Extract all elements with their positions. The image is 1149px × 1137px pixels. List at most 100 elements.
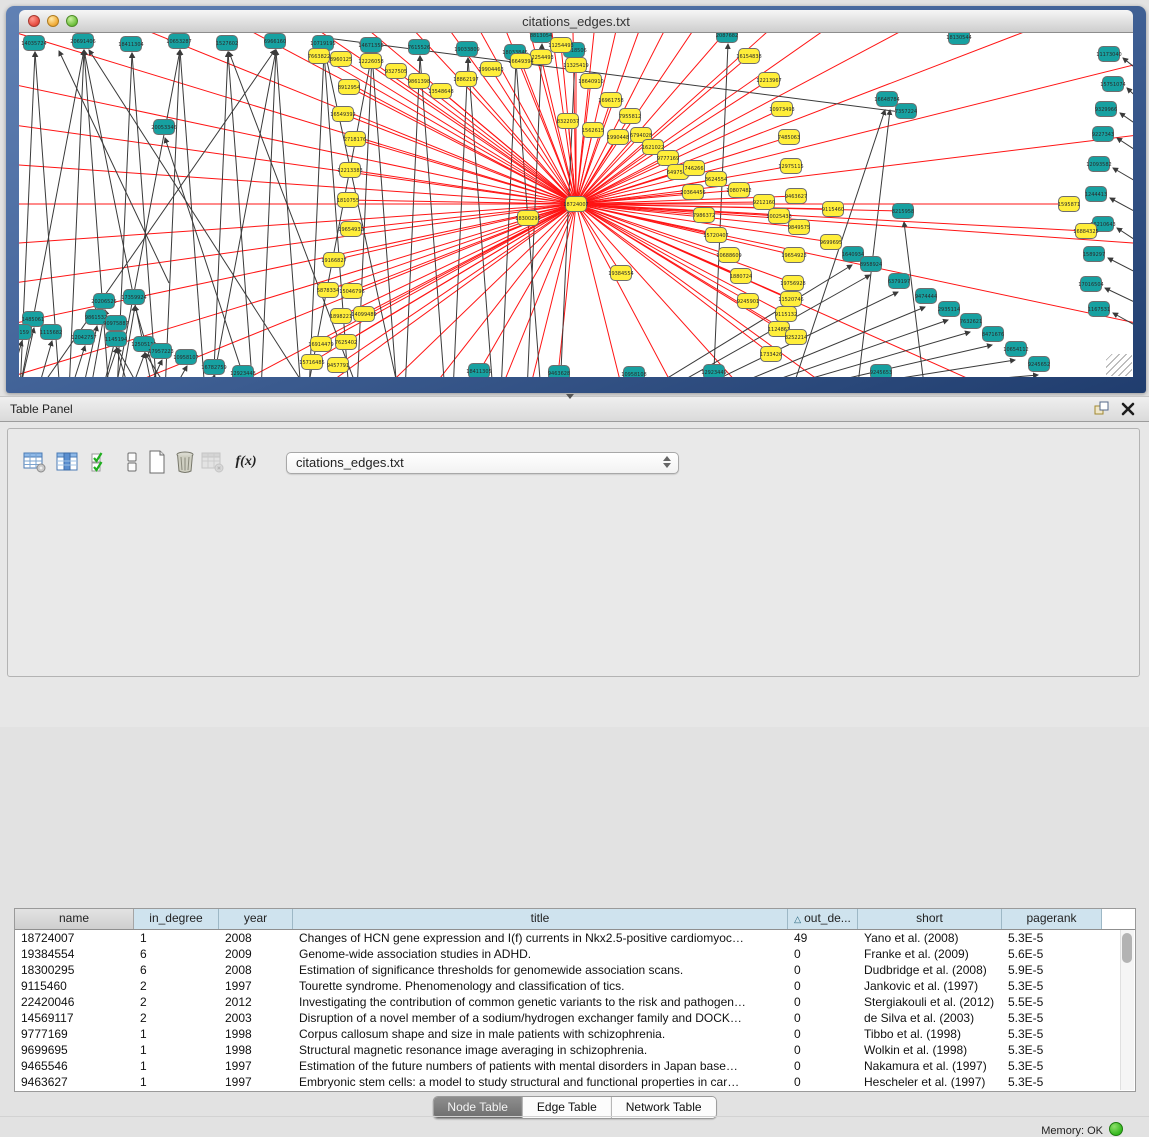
graph-node[interactable]: 12213383 (337, 163, 362, 178)
vertical-scrollbar[interactable] (1120, 930, 1134, 1090)
graph-node[interactable]: 20206526 (91, 294, 116, 309)
graph-node[interactable]: 13548648 (428, 84, 453, 99)
column-header-year[interactable]: year (219, 909, 293, 929)
graph-node[interactable]: 1589297 (1083, 247, 1105, 262)
graph-node[interactable]: 7357224 (895, 104, 917, 119)
graph-node[interactable]: 90975887 (103, 316, 128, 331)
table-row[interactable]: 1872400712008Changes of HCN gene express… (15, 930, 1135, 946)
graph-node[interactable]: 1595871 (1058, 197, 1080, 212)
graph-node[interactable]: 8958924 (860, 257, 882, 272)
graph-node[interactable]: 12975115 (778, 159, 803, 174)
graph-node[interactable]: 18411304 (118, 37, 143, 52)
graph-node[interactable]: 9777169 (657, 151, 679, 166)
select-rows-icon[interactable] (88, 449, 114, 475)
graph-node[interactable]: 39159 (19, 325, 32, 340)
graph-node[interactable]: 19654923 (781, 248, 806, 263)
graph-node[interactable]: 9474444 (915, 289, 937, 304)
network-canvas[interactable]: 1403572420691406184113041065328715276026… (19, 33, 1133, 377)
graph-node[interactable]: 7632621 (960, 314, 982, 329)
column-header-pagerank[interactable]: pagerank (1002, 909, 1102, 929)
graph-node[interactable]: 1562615 (582, 123, 604, 138)
graph-node[interactable]: 11173040 (1096, 47, 1121, 62)
graph-node[interactable]: 7986372 (693, 208, 715, 223)
graph-node[interactable]: 9115460 (822, 202, 844, 217)
graph-node[interactable]: 12923449 (701, 365, 726, 378)
graph-node[interactable]: 9329966 (1095, 102, 1117, 117)
graph-node[interactable]: 19384554 (608, 266, 633, 281)
graph-node[interactable]: 9245653 (870, 365, 892, 378)
graph-node[interactable]: 10807482 (726, 183, 751, 198)
graph-node[interactable]: 15720407 (703, 228, 728, 243)
graph-node[interactable]: 18130544 (946, 33, 971, 45)
graph-node[interactable]: 18300295 (515, 211, 540, 226)
close-panel-icon[interactable] (1121, 402, 1135, 421)
import-table-icon[interactable] (200, 449, 226, 475)
graph-node[interactable]: 6379197 (888, 274, 910, 289)
graph-node[interactable]: 18724007 (563, 197, 588, 212)
graph-node[interactable]: 10973493 (769, 102, 794, 117)
delete-table-icon[interactable] (172, 449, 198, 475)
graph-node[interactable]: 16648784 (874, 92, 899, 107)
graph-node[interactable]: 16649394 (508, 54, 533, 69)
column-header-out-de-[interactable]: △out_de... (788, 909, 858, 929)
graph-node[interactable]: 11520746 (778, 292, 803, 307)
graph-node[interactable]: 9861398 (408, 74, 430, 89)
column-header-short[interactable]: short (858, 909, 1002, 929)
graph-node[interactable]: 746266 (684, 161, 705, 176)
graph-node[interactable]: 9227343 (1092, 127, 1114, 142)
graph-node[interactable]: 18862197 (453, 72, 478, 87)
graph-node[interactable]: 7955812 (619, 109, 641, 124)
graph-node[interactable]: 9212160 (753, 195, 775, 210)
graph-node[interactable]: 1115682 (40, 325, 62, 340)
graph-node[interactable]: 18411305 (466, 364, 491, 378)
column-header-name[interactable]: name (15, 909, 134, 929)
graph-node[interactable]: 9849575 (788, 220, 810, 235)
graph-node[interactable]: 8912954 (338, 80, 360, 95)
graph-node[interactable]: 7663822 (308, 49, 330, 64)
graph-node[interactable]: 1880724 (730, 269, 752, 284)
graph-node[interactable]: 8471676 (982, 327, 1004, 342)
network-window-titlebar[interactable]: citations_edges.txt (19, 10, 1133, 33)
graph-node[interactable]: 10958108 (621, 367, 646, 378)
graph-node[interactable]: 1810755 (337, 193, 359, 208)
graph-node[interactable]: 9699695 (820, 235, 842, 250)
graph-node[interactable]: 12042757 (71, 330, 96, 345)
graph-node[interactable]: 2935114 (938, 302, 960, 317)
graph-node[interactable]: 8252214 (785, 330, 807, 345)
graph-node[interactable]: 10025438 (766, 209, 791, 224)
graph-node[interactable]: 8960125 (330, 52, 352, 67)
graph-node[interactable]: 18640910 (578, 74, 603, 89)
graph-node[interactable]: 8322037 (557, 114, 579, 129)
graph-node[interactable]: 12226058 (358, 54, 383, 69)
graph-node[interactable]: 10958107 (173, 350, 198, 365)
graph-node[interactable]: 1898221 (330, 309, 352, 324)
graph-node[interactable]: 19756928 (780, 276, 805, 291)
graph-node[interactable]: 9457791 (327, 358, 349, 373)
table-panel-header[interactable]: Table Panel (0, 396, 1149, 422)
table-row[interactable]: 969969511998Structural magnetic resonanc… (15, 1042, 1135, 1058)
graph-node[interactable]: 16884325 (1073, 224, 1098, 239)
tab-edge-table[interactable]: Edge Table (523, 1097, 612, 1118)
graph-node[interactable]: 3624554 (705, 172, 727, 187)
graph-node[interactable]: 1527602 (216, 36, 238, 51)
graph-node[interactable]: 12923448 (230, 366, 255, 378)
new-table-icon[interactable] (144, 449, 170, 475)
table-row[interactable]: 1938455462009Genome-wide association stu… (15, 946, 1135, 962)
graph-node[interactable]: 10654112 (1003, 342, 1028, 357)
graph-node[interactable]: 7615526 (408, 40, 430, 55)
graph-node[interactable]: 1733426 (760, 347, 782, 362)
column-header-in-degree[interactable]: in_degree (134, 909, 219, 929)
graph-node[interactable]: 8215958 (892, 204, 914, 219)
graph-node[interactable]: 11325419 (563, 58, 588, 73)
table-row[interactable]: 2242004622012Investigating the contribut… (15, 994, 1135, 1010)
float-window-icon[interactable] (1094, 401, 1109, 421)
graph-node[interactable]: 9115132 (775, 307, 797, 322)
column-header-title[interactable]: title (293, 909, 788, 929)
graph-node[interactable]: 19166827 (321, 253, 346, 268)
graph-node[interactable]: 15751074 (1100, 77, 1125, 92)
graph-node[interactable]: 16549392 (330, 107, 355, 122)
table-settings-icon[interactable] (22, 449, 48, 475)
graph-node[interactable]: 11254493 (548, 38, 573, 53)
tab-network-table[interactable]: Network Table (612, 1097, 716, 1118)
graph-node[interactable]: 12093582 (1086, 157, 1111, 172)
